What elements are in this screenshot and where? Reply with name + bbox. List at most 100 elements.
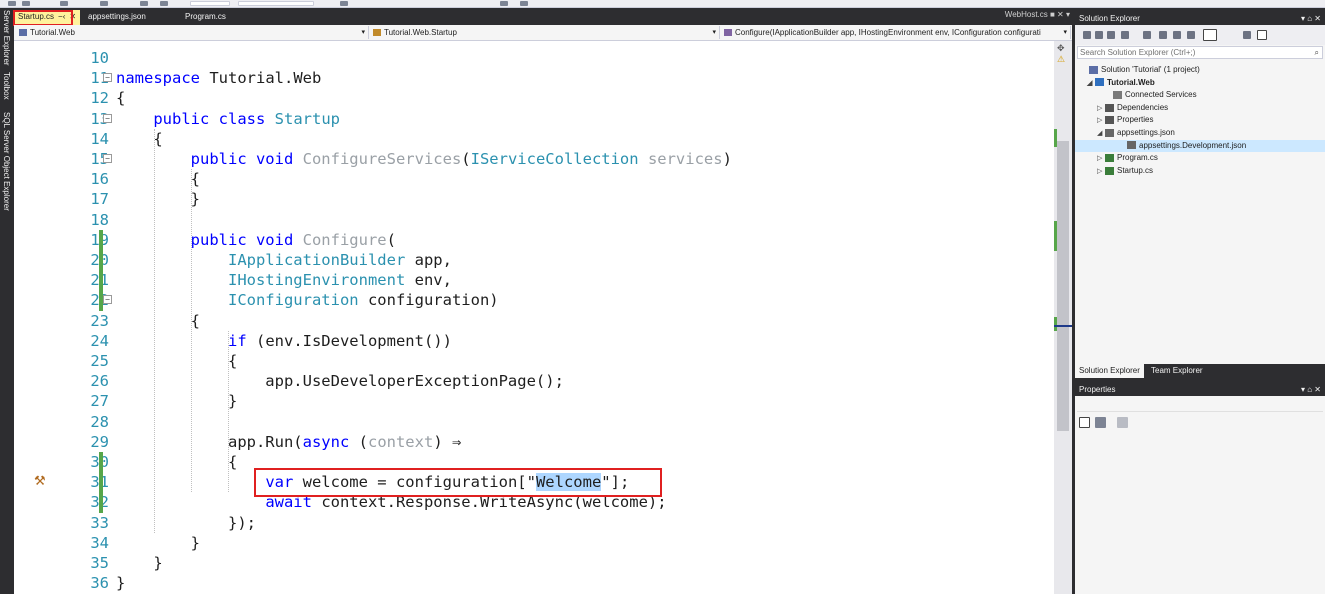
tree-item[interactable]: ◢ Tutorial.Web (1075, 77, 1325, 89)
tab-appsettings-json[interactable]: appsettings.json (84, 10, 150, 25)
expand-icon[interactable]: ◢ (1097, 128, 1105, 140)
forward-icon[interactable] (22, 1, 30, 6)
code-line[interactable]: 20 IApplicationBuilder app, (14, 250, 1054, 271)
code-token: } (116, 533, 200, 552)
panel-controls[interactable]: ▾ ⌂ ✕ (1301, 12, 1321, 25)
back-icon[interactable] (8, 1, 16, 6)
line-number: 24 (90, 331, 109, 350)
code-line[interactable]: 13− public class Startup (14, 109, 1054, 129)
sql-server-object-explorer-tab[interactable]: SQL Server Object Explorer (2, 112, 11, 211)
line-number: 33 (90, 513, 109, 532)
vertical-scrollbar[interactable]: ✥ ⚠ (1054, 41, 1072, 594)
code-line[interactable]: 17 } (14, 189, 1054, 209)
tree-item[interactable]: ◢ appsettings.json (1075, 127, 1325, 139)
code-line[interactable]: 21 IHostingEnvironment env, (14, 270, 1054, 291)
expand-icon[interactable]: ▷ (1097, 103, 1105, 115)
code-line[interactable]: 28 (14, 412, 1054, 432)
toolbox-tab[interactable]: Toolbox (2, 72, 11, 100)
code-line[interactable]: 18 (14, 210, 1054, 230)
properties-object-dropdown[interactable] (1077, 399, 1323, 412)
platform-dropdown[interactable] (238, 1, 314, 6)
pending-changes-icon[interactable] (1143, 31, 1151, 39)
expand-icon[interactable]: ◢ (1087, 78, 1095, 90)
back-icon[interactable] (1083, 31, 1091, 39)
toolbar-icon[interactable] (500, 1, 508, 6)
property-pages-icon[interactable] (1117, 417, 1128, 428)
search-icon[interactable]: ⌕ (1315, 47, 1319, 58)
code-line[interactable]: 10 (14, 48, 1054, 68)
code-line[interactable]: 12 { (14, 88, 1054, 108)
web-project-icon (1095, 78, 1104, 87)
warning-icon[interactable]: ⚠ (1057, 54, 1065, 65)
code-line[interactable]: 15− public void ConfigureServices(IServi… (14, 149, 1054, 169)
panel-controls[interactable]: ▾ ⌂ ✕ (1301, 383, 1321, 396)
tree-item[interactable]: ▷ Properties (1075, 114, 1325, 126)
properties-wrench-icon[interactable] (1243, 31, 1251, 39)
collapse-icon[interactable]: − (103, 73, 112, 83)
expand-icon[interactable]: ▷ (1097, 166, 1105, 178)
code-line[interactable]: 26 app.UseDeveloperExceptionPage(); (14, 371, 1054, 391)
scrollbar-thumb[interactable] (1057, 141, 1069, 431)
tab-program-cs[interactable]: Program.cs (181, 10, 230, 25)
tree-item-label: appsettings.Development.json (1139, 140, 1247, 150)
tree-item[interactable]: ▷ Startup.cs (1075, 165, 1325, 177)
save-icon[interactable] (140, 1, 148, 6)
code-line[interactable]: 22− IConfiguration configuration) (14, 290, 1054, 311)
tree-item[interactable]: Solution 'Tutorial' (1 project) (1075, 64, 1325, 76)
code-line[interactable]: 34 } (14, 533, 1054, 553)
chevron-down-icon: ▾ (1063, 29, 1067, 36)
collapse-icon[interactable]: − (103, 113, 112, 123)
code-line[interactable]: 23 { (14, 311, 1054, 331)
collapse-icon[interactable]: − (103, 295, 112, 305)
new-file-icon[interactable] (60, 1, 68, 6)
code-line[interactable]: 16 { (14, 169, 1054, 189)
solution-explorer-search-input[interactable]: Search Solution Explorer (Ctrl+;) ⌕ (1077, 46, 1323, 59)
class-dropdown[interactable]: Tutorial.Web.Startup ▾ (370, 26, 720, 39)
tab-solution-explorer[interactable]: Solution Explorer (1075, 364, 1144, 378)
categorized-icon[interactable] (1079, 417, 1090, 428)
tree-item[interactable]: ▷ Program.cs (1075, 152, 1325, 164)
save-all-icon[interactable] (160, 1, 168, 6)
code-line[interactable]: 35 } (14, 553, 1054, 573)
member-dropdown[interactable]: Configure(IApplicationBuilder app, IHost… (721, 26, 1071, 39)
alphabetical-icon[interactable] (1095, 417, 1106, 428)
quick-actions-icon[interactable]: ⚒ (34, 472, 46, 492)
project-dropdown[interactable]: Tutorial.Web ▾ (16, 26, 369, 39)
server-explorer-tab[interactable]: Server Explorer (2, 10, 11, 66)
code-text-area[interactable]: 10 11− namespace Tutorial.Web 12{13− public… (14, 41, 1054, 594)
code-line[interactable]: 11− namespace Tutorial.Web (14, 68, 1054, 88)
split-icon[interactable]: ✥ (1057, 43, 1065, 54)
code-line[interactable]: 14 { (14, 129, 1054, 149)
code-token: Configure (302, 230, 387, 249)
configuration-dropdown[interactable] (190, 1, 230, 6)
start-debug-icon[interactable] (340, 1, 348, 6)
tab-team-explorer[interactable]: Team Explorer (1147, 364, 1207, 378)
code-text: IApplicationBuilder app, (116, 250, 452, 270)
tree-item[interactable]: ▷ Dependencies (1075, 102, 1325, 114)
code-line[interactable]: 19 public void Configure( (14, 229, 1054, 250)
expand-icon[interactable]: ▷ (1097, 115, 1105, 127)
collapse-all-icon[interactable] (1173, 31, 1181, 39)
open-file-icon[interactable] (100, 1, 108, 6)
switch-views-icon[interactable] (1121, 31, 1129, 39)
collapse-icon[interactable]: − (103, 154, 112, 163)
code-line[interactable]: 24 if (env.IsDevelopment()) (14, 331, 1054, 351)
expand-icon[interactable]: ▷ (1097, 153, 1105, 165)
tree-item[interactable]: appsettings.Development.json (1075, 139, 1325, 152)
show-all-files-icon[interactable] (1187, 31, 1195, 39)
home-icon[interactable] (1107, 31, 1115, 39)
code-token: IServiceCollection (470, 150, 639, 168)
preview-icon[interactable] (1203, 29, 1217, 41)
code-line[interactable]: 29 app.Run(async (context) ⇒ (14, 432, 1054, 452)
tab-webhost-cs[interactable]: WebHost.cs ■ ✕ ▾ (1005, 10, 1070, 19)
toolbar-icon[interactable] (520, 1, 528, 6)
code-line[interactable]: 27 } (14, 391, 1054, 411)
tree-item[interactable]: Connected Services (1075, 89, 1325, 101)
sync-icon[interactable] (1159, 31, 1167, 39)
code-line[interactable]: 33 }); (14, 513, 1054, 533)
code-line[interactable]: 36} (14, 573, 1054, 593)
code-token: } (116, 190, 200, 209)
forward-icon[interactable] (1095, 31, 1103, 39)
pin-icon[interactable] (1257, 30, 1267, 40)
code-line[interactable]: 25 { (14, 351, 1054, 371)
